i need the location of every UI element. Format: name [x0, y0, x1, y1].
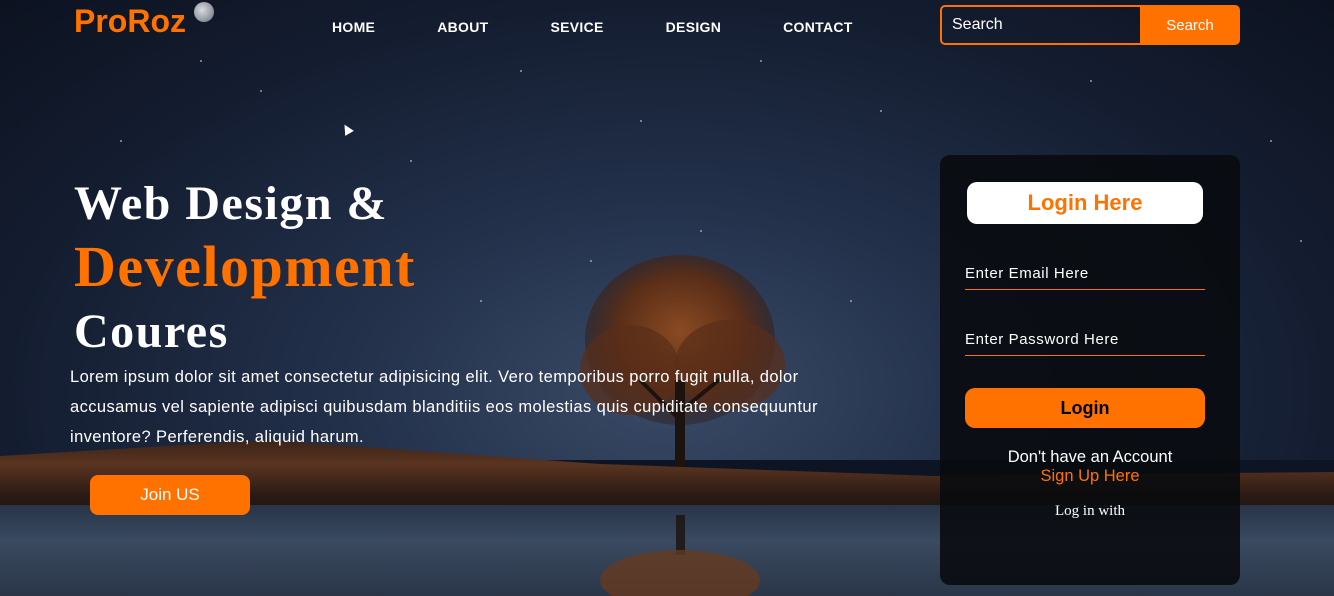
- hero-title-line1: Web Design &: [74, 177, 389, 230]
- hero-title-line2: Development: [74, 234, 416, 299]
- search-button[interactable]: Search: [1140, 5, 1240, 45]
- hero-title-line3: Coures: [74, 305, 229, 358]
- join-us-button[interactable]: Join US: [90, 475, 250, 515]
- site-logo[interactable]: ProRoz: [74, 3, 186, 40]
- signup-prompt: Don't have an Account Sign Up Here: [940, 448, 1240, 486]
- signup-link[interactable]: Sign Up Here: [940, 467, 1240, 486]
- nav-design[interactable]: DESIGN: [666, 19, 721, 35]
- nav-service[interactable]: SEVICE: [550, 19, 603, 35]
- login-with-text: Log in with: [1055, 503, 1125, 519]
- login-card: Login Here Login Don't have an Account S…: [940, 155, 1240, 585]
- no-account-text: Don't have an Account: [1007, 448, 1173, 466]
- search-input[interactable]: [940, 5, 1140, 45]
- moon-icon: [194, 2, 214, 22]
- nav-home[interactable]: HOME: [332, 19, 375, 35]
- nav-contact[interactable]: CONTACT: [783, 19, 853, 35]
- hero-title: Web Design & Development Coures: [74, 180, 416, 356]
- password-field[interactable]: [965, 324, 1205, 356]
- login-button[interactable]: Login: [965, 388, 1205, 428]
- nav-about[interactable]: ABOUT: [437, 19, 488, 35]
- main-nav: HOME ABOUT SEVICE DESIGN CONTACT: [332, 19, 853, 35]
- hero-description: Lorem ipsum dolor sit amet consectetur a…: [70, 368, 818, 446]
- email-field[interactable]: [965, 258, 1205, 290]
- search-bar: Search: [940, 5, 1240, 45]
- login-title: Login Here: [967, 182, 1203, 224]
